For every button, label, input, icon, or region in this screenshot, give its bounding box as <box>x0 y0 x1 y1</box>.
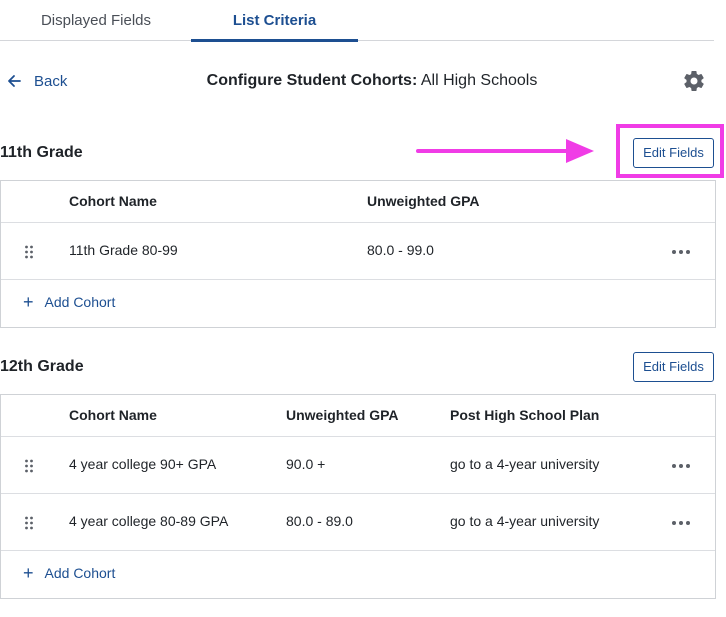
column-header-unweighted-gpa: Unweighted GPA <box>286 407 399 423</box>
gear-icon[interactable] <box>682 69 706 93</box>
table-row[interactable]: 4 year college 80-89 GPA 80.0 - 89.0 go … <box>1 494 715 551</box>
cohort-name-cell: 4 year college 90+ GPA <box>69 456 217 472</box>
drag-handle-icon[interactable] <box>24 459 34 473</box>
cohort-name-cell: 4 year college 80-89 GPA <box>69 513 229 529</box>
tab-bar: Displayed Fields List Criteria <box>0 0 714 42</box>
column-header-post-high-school-plan: Post High School Plan <box>450 407 600 423</box>
more-horizontal-icon[interactable] <box>671 463 691 469</box>
tab-displayed-fields[interactable]: Displayed Fields <box>20 0 172 41</box>
column-header-cohort-name: Cohort Name <box>69 193 157 209</box>
unweighted-gpa-cell: 80.0 - 99.0 <box>367 242 434 258</box>
plus-icon: + <box>23 292 34 312</box>
cohort-name-cell: 11th Grade 80-99 <box>69 242 178 258</box>
column-header-cohort-name: Cohort Name <box>69 407 157 423</box>
plus-icon: + <box>23 563 34 583</box>
unweighted-gpa-cell: 80.0 - 89.0 <box>286 513 353 529</box>
table-header: Cohort Name Unweighted GPA Post High Sch… <box>1 395 715 437</box>
arrow-left-icon <box>8 75 21 87</box>
page-title: Configure Student Cohorts: All High Scho… <box>0 70 726 92</box>
page-title-bold: Configure Student Cohorts: <box>206 72 418 89</box>
more-horizontal-icon[interactable] <box>671 520 691 526</box>
add-cohort-label: Add Cohort <box>44 294 116 310</box>
add-cohort-button[interactable]: + Add Cohort <box>23 563 116 583</box>
add-cohort-row: + Add Cohort <box>1 280 715 327</box>
table-row[interactable]: 11th Grade 80-99 80.0 - 99.0 <box>1 223 715 280</box>
tab-list-criteria[interactable]: List Criteria <box>191 0 358 42</box>
annotation-highlight-box <box>616 124 724 178</box>
add-cohort-button[interactable]: + Add Cohort <box>23 292 116 312</box>
drag-handle-icon[interactable] <box>24 245 34 259</box>
page-title-scope: All High Schools <box>420 72 538 89</box>
table-row[interactable]: 4 year college 90+ GPA 90.0 + go to a 4-… <box>1 437 715 494</box>
section-title-12th-grade: 12th Grade <box>0 358 84 375</box>
add-cohort-label: Add Cohort <box>44 565 116 581</box>
post-high-school-plan-cell: go to a 4-year university <box>450 456 600 472</box>
unweighted-gpa-cell: 90.0 + <box>286 456 326 472</box>
post-high-school-plan-cell: go to a 4-year university <box>450 513 600 529</box>
section-title-11th-grade: 11th Grade <box>0 144 83 161</box>
cohort-table-12th-grade: Cohort Name Unweighted GPA Post High Sch… <box>0 394 716 599</box>
drag-handle-icon[interactable] <box>24 516 34 530</box>
annotation-arrow <box>416 139 594 163</box>
column-header-unweighted-gpa: Unweighted GPA <box>367 193 480 209</box>
add-cohort-row: + Add Cohort <box>1 551 715 598</box>
edit-fields-button-12th-grade[interactable]: Edit Fields <box>633 352 714 382</box>
table-header: Cohort Name Unweighted GPA <box>1 181 715 223</box>
more-horizontal-icon[interactable] <box>671 249 691 255</box>
back-label: Back <box>34 72 68 90</box>
cohort-table-11th-grade: Cohort Name Unweighted GPA 11th Grade 80… <box>0 180 716 328</box>
back-link[interactable]: Back <box>7 70 67 92</box>
